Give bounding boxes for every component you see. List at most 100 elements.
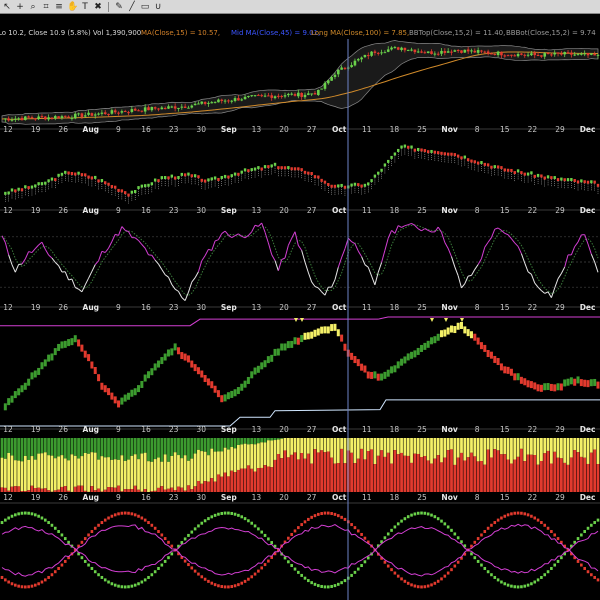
trend-block — [200, 370, 204, 378]
breadth-yellow — [270, 440, 274, 468]
trend-block — [506, 366, 510, 374]
bottom-osc-red — [17, 584, 20, 588]
breadth-red — [336, 463, 340, 492]
candle-body — [67, 116, 70, 118]
candle-body — [237, 98, 240, 101]
bottom-osc-red — [290, 532, 293, 536]
trend-block — [123, 394, 127, 402]
osc2-marker — [480, 161, 483, 165]
trend-block — [556, 383, 560, 391]
axis-tick-label: 11 — [362, 206, 372, 215]
bottom-osc-red — [480, 533, 483, 537]
text-icon[interactable]: T — [80, 2, 90, 12]
osc2-marker — [14, 189, 17, 193]
trend-block — [549, 383, 553, 391]
zoom-icon[interactable]: ⌕ — [28, 2, 38, 12]
candle-body — [560, 53, 563, 55]
trend-block — [523, 378, 527, 386]
osc2-marker — [104, 181, 107, 185]
measure-icon[interactable]: ⌗ — [41, 2, 51, 12]
bottom-osc-green — [143, 578, 147, 582]
candle-body — [183, 106, 187, 109]
breadth-green — [17, 438, 21, 461]
axis-tick-label: 30 — [196, 125, 206, 134]
trash-icon[interactable]: ✖ — [93, 2, 103, 12]
bottom-osc-red — [360, 532, 363, 536]
select-arrow-icon[interactable]: ↖ — [2, 2, 12, 12]
bottom-osc-green — [43, 518, 47, 522]
breadth-yellow — [30, 456, 34, 486]
trend-block — [449, 325, 453, 333]
breadth-yellow — [160, 461, 164, 487]
bottom-osc-red — [430, 583, 433, 587]
axis-tick-label: Dec — [580, 303, 596, 312]
breadth-yellow — [296, 438, 300, 460]
osc2-marker — [556, 178, 560, 182]
osc2-marker — [503, 168, 506, 172]
trend-block — [509, 368, 513, 376]
breadth-yellow — [93, 452, 97, 491]
fib-icon[interactable]: ≡ — [54, 2, 64, 12]
breadth-yellow — [589, 438, 593, 453]
bottom-osc-green — [406, 515, 410, 519]
osc2-marker — [233, 172, 237, 176]
breadth-green — [123, 438, 127, 461]
trend-block — [163, 353, 167, 361]
osc2-marker — [34, 184, 37, 188]
pen-icon[interactable]: ✎ — [114, 2, 124, 12]
breadth-red — [533, 454, 537, 492]
trend-block — [53, 348, 57, 356]
osc2-marker — [267, 165, 270, 169]
candle-body — [573, 54, 576, 56]
trend-block — [170, 348, 174, 356]
ma-short-legend: MA(Close,15) = 10.57, — [141, 29, 220, 37]
breadth-red — [77, 485, 80, 492]
osc2-marker — [473, 160, 477, 164]
axis-tick-label: 16 — [141, 125, 151, 134]
candle-body — [510, 54, 513, 56]
trend-block — [300, 335, 304, 343]
candle-body — [503, 55, 507, 57]
trend-block — [100, 382, 104, 390]
candle-body — [440, 50, 443, 54]
candle-body — [546, 53, 550, 55]
axis-tick-label: Oct — [332, 206, 347, 215]
osc2-marker — [130, 190, 134, 194]
line-icon[interactable]: ╱ — [127, 2, 137, 12]
breadth-red — [170, 487, 174, 492]
osc2-marker — [200, 178, 203, 182]
breadth-yellow — [243, 443, 247, 469]
osc2-marker — [140, 184, 144, 188]
breadth-yellow — [306, 438, 310, 454]
breadth-red — [380, 450, 383, 492]
trend-block — [223, 394, 227, 402]
breadth-yellow — [430, 438, 433, 464]
axis-tick-label: Oct — [332, 303, 347, 312]
breadth-yellow — [123, 460, 127, 490]
breadth-yellow — [266, 440, 270, 467]
stock-chart[interactable]: Lo 10.2, Close 10.9 (5.8%) Vol 1,390,900… — [0, 14, 600, 600]
crosshair-icon[interactable]: + — [15, 2, 25, 12]
breadth-green — [0, 438, 4, 458]
breadth-red — [376, 455, 380, 492]
candle-body — [137, 110, 140, 112]
eraser-icon[interactable]: ▭ — [140, 2, 150, 12]
bottom-osc-green — [390, 528, 393, 532]
breadth-yellow — [290, 438, 294, 455]
bottom-osc-green — [247, 519, 250, 523]
axis-tick-label: Aug — [83, 303, 100, 312]
trend-block — [40, 362, 44, 370]
candle-body — [207, 102, 210, 104]
hand-icon[interactable]: ✋ — [67, 2, 78, 12]
bottom-osc-green — [510, 584, 513, 588]
bottom-osc-green — [593, 521, 596, 525]
trend-block — [156, 360, 160, 368]
trend-block — [127, 392, 131, 400]
osc2-marker — [70, 171, 74, 175]
magnet-icon[interactable]: ∪ — [153, 2, 163, 12]
trend-block — [430, 337, 434, 345]
price-legend-text: Lo 10.2, Close 10.9 (5.8%) Vol 1,390,900 — [0, 29, 141, 37]
breadth-yellow — [350, 438, 354, 453]
breadth-yellow — [466, 438, 470, 458]
breadth-red — [463, 460, 467, 492]
